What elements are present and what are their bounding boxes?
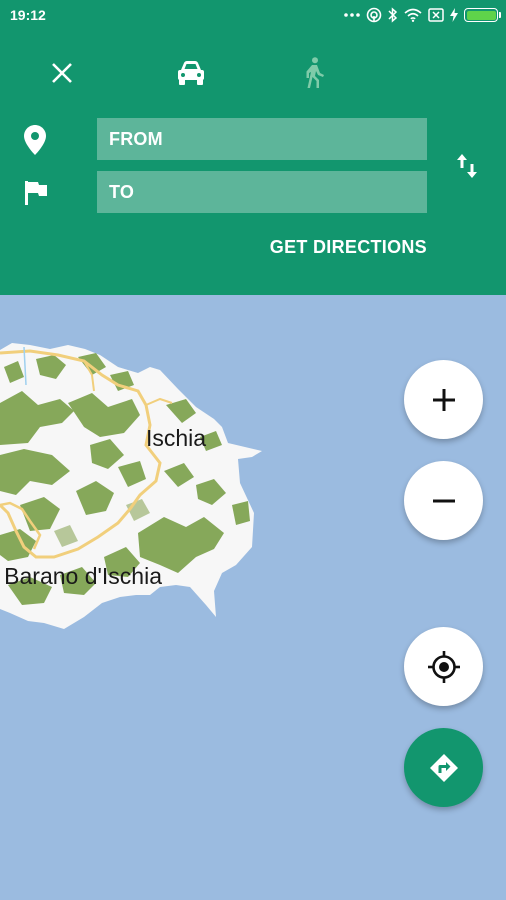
bluetooth-icon <box>388 7 398 23</box>
walk-icon <box>306 57 324 88</box>
close-icon <box>52 63 72 83</box>
crosshair-icon <box>427 650 460 683</box>
swap-vertical-icon <box>457 154 477 178</box>
directions-icon <box>429 753 458 782</box>
status-bar: 19:12 <box>0 0 506 30</box>
car-icon <box>178 61 204 85</box>
swap-button[interactable] <box>454 150 480 182</box>
more-dots-icon <box>344 13 360 17</box>
hotspot-icon <box>366 7 382 23</box>
directions-button[interactable] <box>404 728 483 807</box>
location-pin-icon <box>24 125 46 155</box>
battery-icon <box>464 8 501 22</box>
status-icons <box>344 5 501 25</box>
my-location-button[interactable] <box>404 627 483 706</box>
mode-car-button[interactable] <box>171 53 211 93</box>
sim-off-icon <box>428 8 444 22</box>
wifi-icon <box>404 8 422 22</box>
flag-icon <box>25 181 47 205</box>
zoom-out-button[interactable] <box>404 461 483 540</box>
map-label-ischia: Ischia <box>146 425 207 451</box>
to-input[interactable] <box>97 171 427 213</box>
status-time: 19:12 <box>10 7 46 23</box>
charging-icon <box>450 8 458 22</box>
close-button[interactable] <box>42 53 82 93</box>
get-directions-button[interactable]: GET DIRECTIONS <box>270 237 427 258</box>
mode-walk-button[interactable] <box>294 53 334 93</box>
directions-panel: GET DIRECTIONS <box>0 30 506 295</box>
from-input[interactable] <box>97 118 427 160</box>
plus-icon <box>432 388 455 411</box>
zoom-in-button[interactable] <box>404 360 483 439</box>
minus-icon <box>432 499 455 502</box>
map-label-barano: Barano d'Ischia <box>4 563 162 589</box>
